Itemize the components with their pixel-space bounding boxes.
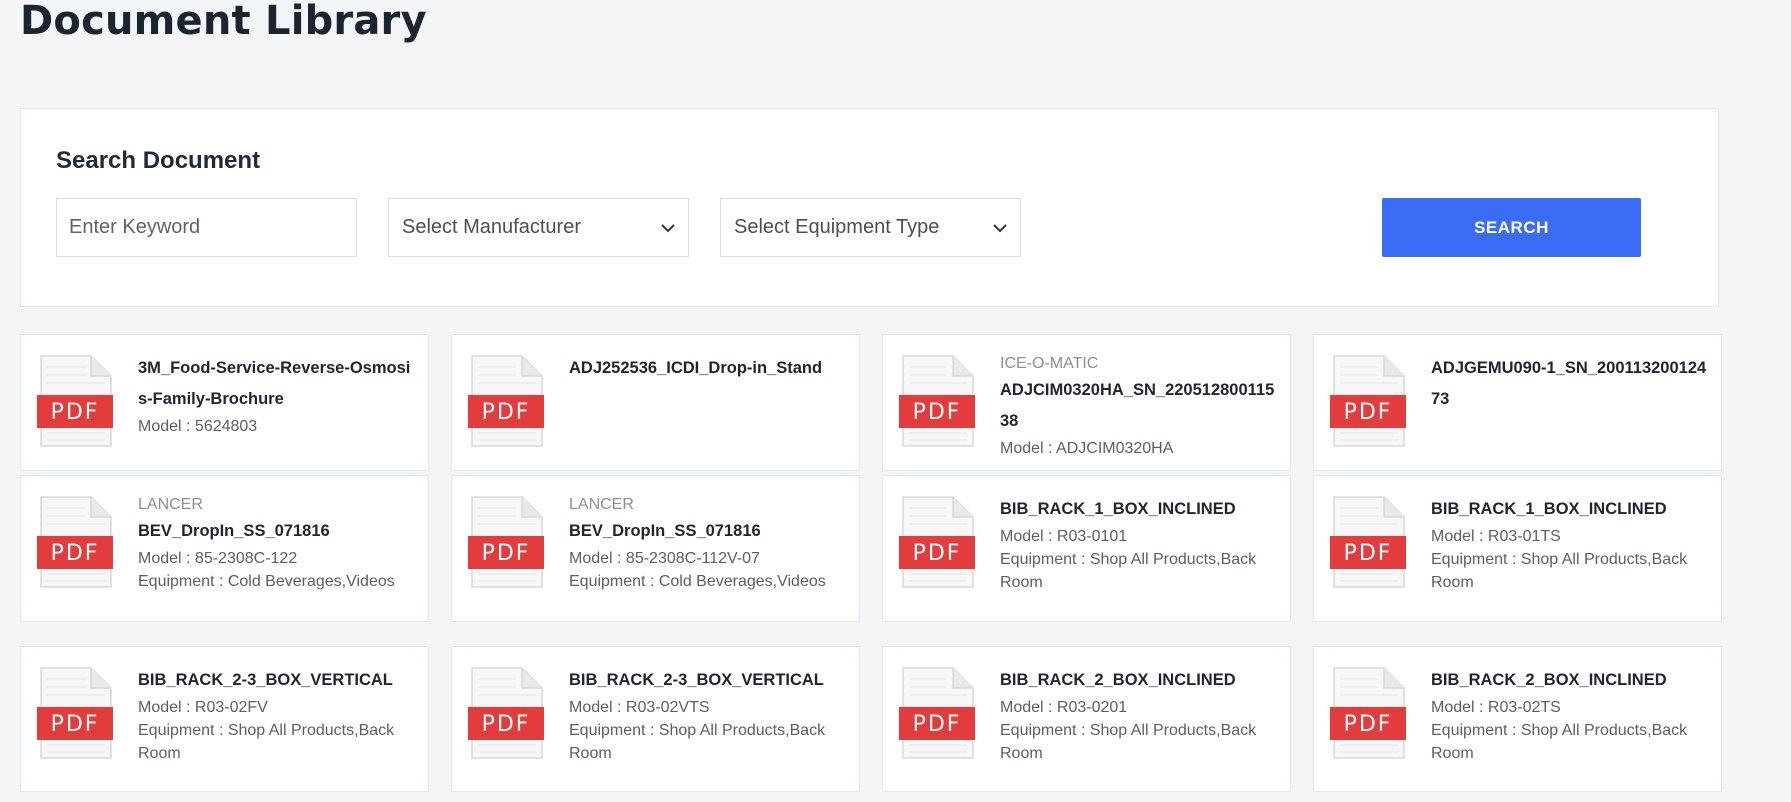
document-info: BIB_RACK_2-3_BOX_VERTICAL Model : R03-02V… — [569, 665, 847, 765]
document-info: BIB_RACK_1_BOX_INCLINED Model : R03-01TS E… — [1431, 494, 1709, 594]
pdf-file-icon: PDF — [1330, 496, 1406, 588]
equipment-label: Equipment : Shop All Products,Back Room — [1431, 722, 1688, 762]
document-name[interactable]: BIB_RACK_1_BOX_INCLINED — [1000, 494, 1278, 525]
equipment-type-select[interactable]: Select Equipment Type — [720, 198, 1021, 257]
model-label: Model : 5624803 — [138, 418, 258, 435]
equipment-label: Equipment : Shop All Products,Back Room — [138, 722, 395, 762]
search-panel: Search Document Select Manufacturer Sele… — [20, 108, 1719, 307]
pdf-file-icon: PDF — [37, 667, 113, 759]
manufacturer-label: ICE-O-MATIC — [1000, 355, 1099, 372]
document-name[interactable]: BIB_RACK_2-3_BOX_VERTICAL — [138, 665, 416, 696]
document-name[interactable]: BEV_DropIn_SS_071816 — [569, 516, 847, 547]
equipment-label: Equipment : Cold Beverages,Videos — [138, 573, 395, 590]
model-label: Model : R03-0101 — [1000, 528, 1128, 545]
document-card[interactable]: PDF LANCER BEV_DropIn_SS_071816 Model : 85-… — [20, 475, 429, 622]
model-label: Model : R03-02FV — [138, 699, 268, 716]
document-name[interactable]: BIB_RACK_1_BOX_INCLINED — [1431, 494, 1709, 525]
svg-text:PDF: PDF — [1344, 541, 1393, 566]
document-info: BIB_RACK_2_BOX_INCLINED Model : R03-02TS E… — [1431, 665, 1709, 765]
search-heading: Search Document — [56, 147, 261, 174]
model-label: Model : 85-2308C-112V-07 — [569, 550, 760, 567]
page-title: Document Library — [20, 0, 427, 44]
document-name[interactable]: BIB_RACK_2_BOX_INCLINED — [1000, 665, 1278, 696]
equipment-label: Equipment : Cold Beverages,Videos — [569, 573, 826, 590]
document-name[interactable]: ADJCIM0320HA_SN_22051280011538 — [1000, 375, 1278, 437]
document-info: LANCER BEV_DropIn_SS_071816 Model : 85-230… — [569, 493, 847, 593]
document-card[interactable]: PDF BIB_RACK_2_BOX_INCLINED Model : R03-02… — [1313, 646, 1722, 792]
pdf-file-icon: PDF — [1330, 355, 1406, 447]
model-label: Model : 85-2308C-122 — [138, 550, 298, 567]
document-info: BIB_RACK_2-3_BOX_VERTICAL Model : R03-02F… — [138, 665, 416, 765]
manufacturer-select-value: Select Manufacturer — [402, 216, 581, 238]
keyword-input[interactable] — [57, 199, 356, 256]
pdf-file-icon: PDF — [899, 355, 975, 447]
document-info: LANCER BEV_DropIn_SS_071816 Model : 85-230… — [138, 493, 416, 593]
equipment-label: Equipment : Shop All Products,Back Room — [569, 722, 826, 762]
pdf-file-icon: PDF — [468, 667, 544, 759]
search-button[interactable]: SEARCH — [1382, 198, 1641, 257]
pdf-file-icon: PDF — [37, 355, 113, 447]
document-info: ADJGEMU090-1_SN_20011320012473 — [1431, 353, 1709, 415]
document-name[interactable]: ADJGEMU090-1_SN_20011320012473 — [1431, 353, 1709, 415]
document-name[interactable]: BEV_DropIn_SS_071816 — [138, 516, 416, 547]
document-card[interactable]: PDF BIB_RACK_2-3_BOX_VERTICAL Model : R03-… — [20, 646, 429, 792]
document-card[interactable]: PDF ICE-O-MATIC ADJCIM0320HA_SN_2205128001… — [882, 334, 1291, 471]
chevron-down-icon — [661, 224, 675, 233]
equipment-label: Equipment : Shop All Products,Back Room — [1000, 551, 1257, 591]
document-card[interactable]: PDF 3M_Food-Service-Reverse-Osmosis-Famil… — [20, 334, 429, 471]
svg-text:PDF: PDF — [913, 400, 962, 425]
manufacturer-label: LANCER — [138, 496, 203, 513]
document-card[interactable]: PDF BIB_RACK_1_BOX_INCLINED Model : R03-01… — [882, 475, 1291, 622]
equipment-label: Equipment : Shop All Products,Back Room — [1431, 551, 1688, 591]
document-card[interactable]: PDF ADJ252536_ICDI_Drop-in_Stand — [451, 334, 860, 471]
svg-text:PDF: PDF — [51, 400, 100, 425]
svg-text:PDF: PDF — [51, 541, 100, 566]
manufacturer-select[interactable]: Select Manufacturer — [388, 198, 689, 257]
svg-text:PDF: PDF — [482, 541, 531, 566]
chevron-down-icon — [993, 224, 1007, 233]
svg-text:PDF: PDF — [913, 712, 962, 737]
model-label: Model : ADJCIM0320HA — [1000, 440, 1174, 457]
pdf-file-icon: PDF — [468, 496, 544, 588]
document-info: ICE-O-MATIC ADJCIM0320HA_SN_2205128001153… — [1000, 352, 1278, 460]
document-name[interactable]: 3M_Food-Service-Reverse-Osmosis-Family-B… — [138, 353, 416, 415]
manufacturer-label: LANCER — [569, 496, 634, 513]
document-card[interactable]: PDF ADJGEMU090-1_SN_20011320012473 — [1313, 334, 1722, 471]
pdf-file-icon: PDF — [37, 496, 113, 588]
model-label: Model : R03-02VTS — [569, 699, 710, 716]
pdf-file-icon: PDF — [899, 496, 975, 588]
model-label: Model : R03-0201 — [1000, 699, 1128, 716]
svg-text:PDF: PDF — [1344, 712, 1393, 737]
pdf-file-icon: PDF — [1330, 667, 1406, 759]
equipment-label: Equipment : Shop All Products,Back Room — [1000, 722, 1257, 762]
document-info: BIB_RACK_1_BOX_INCLINED Model : R03-0101 E… — [1000, 494, 1278, 594]
document-card[interactable]: PDF LANCER BEV_DropIn_SS_071816 Model : 85-… — [451, 475, 860, 622]
document-card[interactable]: PDF BIB_RACK_2-3_BOX_VERTICAL Model : R03-… — [451, 646, 860, 792]
pdf-file-icon: PDF — [468, 355, 544, 447]
model-label: Model : R03-01TS — [1431, 528, 1561, 545]
equipment-type-select-value: Select Equipment Type — [734, 216, 940, 238]
svg-text:PDF: PDF — [1344, 400, 1393, 425]
document-info: 3M_Food-Service-Reverse-Osmosis-Family-B… — [138, 353, 416, 438]
model-label: Model : R03-02TS — [1431, 699, 1561, 716]
document-info: ADJ252536_ICDI_Drop-in_Stand — [569, 353, 847, 384]
document-name[interactable]: BIB_RACK_2_BOX_INCLINED — [1431, 665, 1709, 696]
svg-text:PDF: PDF — [51, 712, 100, 737]
document-name[interactable]: BIB_RACK_2-3_BOX_VERTICAL — [569, 665, 847, 696]
svg-text:PDF: PDF — [482, 400, 531, 425]
keyword-input-wrapper — [56, 198, 357, 257]
svg-text:PDF: PDF — [913, 541, 962, 566]
document-card[interactable]: PDF BIB_RACK_2_BOX_INCLINED Model : R03-02… — [882, 646, 1291, 792]
svg-text:PDF: PDF — [482, 712, 531, 737]
document-name[interactable]: ADJ252536_ICDI_Drop-in_Stand — [569, 353, 847, 384]
document-card[interactable]: PDF BIB_RACK_1_BOX_INCLINED Model : R03-01… — [1313, 475, 1722, 622]
document-info: BIB_RACK_2_BOX_INCLINED Model : R03-0201 E… — [1000, 665, 1278, 765]
pdf-file-icon: PDF — [899, 667, 975, 759]
